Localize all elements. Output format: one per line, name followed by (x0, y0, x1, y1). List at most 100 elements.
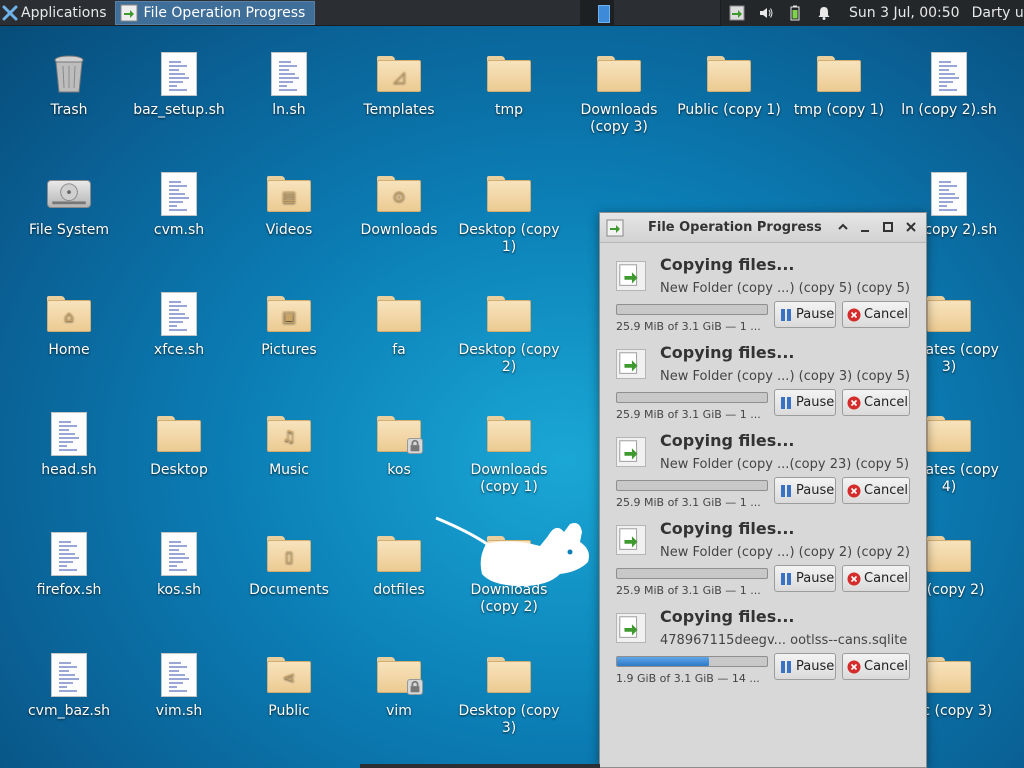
cancel-label: Cancel (864, 571, 909, 586)
folder-icon (485, 410, 533, 458)
desktop-icon[interactable]: ▤ Videos (236, 170, 342, 239)
applications-menu-button[interactable]: Applications (0, 0, 111, 26)
copy-operation: Copying files... New Folder (copy ...) (c… (600, 339, 926, 427)
desktop-icon[interactable]: Desktop (126, 410, 232, 479)
clock[interactable]: Sun 3 Jul, 00:50 (849, 5, 960, 21)
operation-filename: New Folder (copy ...(copy 23) (copy 5) (660, 457, 910, 472)
top-panel: Applications File Operation Progress Sun… (0, 0, 1024, 26)
cancel-label: Cancel (864, 659, 909, 674)
operation-heading: Copying files... (660, 607, 795, 626)
minimize-window-button[interactable] (858, 220, 872, 234)
cancel-button[interactable]: Cancel (842, 301, 910, 328)
desktop-icon[interactable]: ◿ Templates (346, 50, 452, 119)
desktop-icon[interactable]: cvm_baz.sh (16, 651, 122, 720)
pause-button[interactable]: Pause (774, 653, 836, 680)
notification-bell-icon[interactable] (816, 5, 832, 21)
battery-icon[interactable] (787, 5, 803, 21)
applications-label: Applications (21, 4, 107, 21)
desktop-icon[interactable]: Public (copy 1) (676, 50, 782, 119)
desktop-icon[interactable]: ⊙ Downloads (346, 170, 452, 239)
pause-button[interactable]: Pause (774, 389, 836, 416)
shade-window-button[interactable] (836, 220, 850, 234)
desktop-icon-label: fa (392, 342, 406, 358)
folder-icon (815, 50, 863, 98)
desktop-icon[interactable]: Desktop (copy 2) (456, 290, 562, 376)
desktop-icon[interactable]: ▣ Pictures (236, 290, 342, 359)
progress-fill (617, 657, 709, 666)
desktop-icon[interactable]: Desktop (copy 3) (456, 651, 562, 737)
cancel-button[interactable]: Cancel (842, 565, 910, 592)
desktop-icon-label: cvm_baz.sh (27, 703, 111, 719)
workspace-switcher[interactable] (580, 0, 614, 26)
desktop-icon[interactable]: tmp (456, 50, 562, 119)
folder-icon (925, 410, 973, 458)
desktop-icon-label: Public (copy 1) (677, 102, 781, 118)
desktop-icon[interactable]: ▯ Documents (236, 530, 342, 599)
desktop-icon-label: head.sh (41, 462, 97, 478)
desktop-icon[interactable]: File System (16, 170, 122, 239)
desktop-icon[interactable]: ⌂ Home (16, 290, 122, 359)
desktop-icon[interactable]: ln.sh (236, 50, 342, 119)
lock-emblem-icon (407, 438, 423, 454)
desktop-icon[interactable]: ⋖ Public (236, 651, 342, 720)
desktop-icon[interactable]: vim.sh (126, 651, 232, 720)
folder-icon (375, 651, 423, 699)
dialog-titlebar[interactable]: File Operation Progress (600, 213, 926, 243)
close-icon (906, 222, 916, 232)
desktop-icon[interactable]: fa (346, 290, 452, 359)
cancel-button[interactable]: Cancel (842, 477, 910, 504)
text-file-icon (925, 170, 973, 218)
pause-button[interactable]: Pause (774, 301, 836, 328)
desktop-icon[interactable]: ln (copy 2).sh (896, 50, 1002, 119)
file-copy-icon (616, 437, 646, 467)
cancel-button[interactable]: Cancel (842, 389, 910, 416)
file-operation-tray-icon[interactable] (729, 5, 745, 21)
cancel-label: Cancel (864, 307, 909, 322)
pause-icon (781, 396, 791, 409)
desktop-icon[interactable]: ♫ Music (236, 410, 342, 479)
operation-filename: New Folder (copy ...) (copy 3) (copy 5) (660, 369, 910, 384)
pause-label: Pause (796, 483, 835, 498)
operation-heading: Copying files... (660, 519, 795, 538)
operation-progress-bar (616, 568, 768, 579)
folder-icon (485, 170, 533, 218)
desktop-icon[interactable]: Downloads (copy 3) (566, 50, 672, 136)
desktop-icon[interactable]: firefox.sh (16, 530, 122, 599)
close-window-button[interactable] (904, 220, 918, 234)
desktop-icon-label: Pictures (261, 342, 317, 358)
user-menu[interactable]: Darty uwu (972, 5, 1024, 21)
operation-status: 1.9 GiB of 3.1 GiB — 14 ... (616, 672, 760, 685)
desktop-icon[interactable]: kos (346, 410, 452, 479)
desktop-icon[interactable]: baz_setup.sh (126, 50, 232, 119)
text-file-icon (925, 50, 973, 98)
pause-icon (781, 308, 791, 321)
desktop-icon-label: Documents (249, 582, 329, 598)
pause-button[interactable]: Pause (774, 565, 836, 592)
volume-icon[interactable] (758, 5, 774, 21)
folder-icon (375, 410, 423, 458)
pause-button[interactable]: Pause (774, 477, 836, 504)
cancel-button[interactable]: Cancel (842, 653, 910, 680)
folder-icon: ⌂ (45, 290, 93, 338)
desktop-icon[interactable]: Desktop (copy 1) (456, 170, 562, 256)
workspace-1[interactable] (598, 5, 610, 23)
desktop-icon[interactable]: head.sh (16, 410, 122, 479)
desktop-icon[interactable]: Trash (16, 50, 122, 119)
file-copy-icon (616, 261, 646, 291)
text-file-icon (155, 290, 203, 338)
folder-icon (925, 530, 973, 578)
maximize-window-button[interactable] (881, 220, 895, 234)
desktop-icon[interactable]: tmp (copy 1) (786, 50, 892, 119)
desktop-icon-label: File System (28, 222, 110, 238)
operation-progress-bar (616, 480, 768, 491)
desktop-icon-label: xfce.sh (153, 342, 205, 358)
desktop-icon[interactable]: vim (346, 651, 452, 720)
desktop-icon[interactable]: kos.sh (126, 530, 232, 599)
desktop-icon[interactable]: xfce.sh (126, 290, 232, 359)
desktop-icon-label: firefox.sh (36, 582, 102, 598)
operation-filename: 478967115deegv... ootlss--cans.sqlite (660, 633, 908, 648)
taskbar-window-button[interactable]: File Operation Progress (114, 0, 315, 25)
folder-icon (485, 651, 533, 699)
desktop-icon[interactable]: cvm.sh (126, 170, 232, 239)
desktop-icon[interactable]: Downloads (copy 1) (456, 410, 562, 496)
